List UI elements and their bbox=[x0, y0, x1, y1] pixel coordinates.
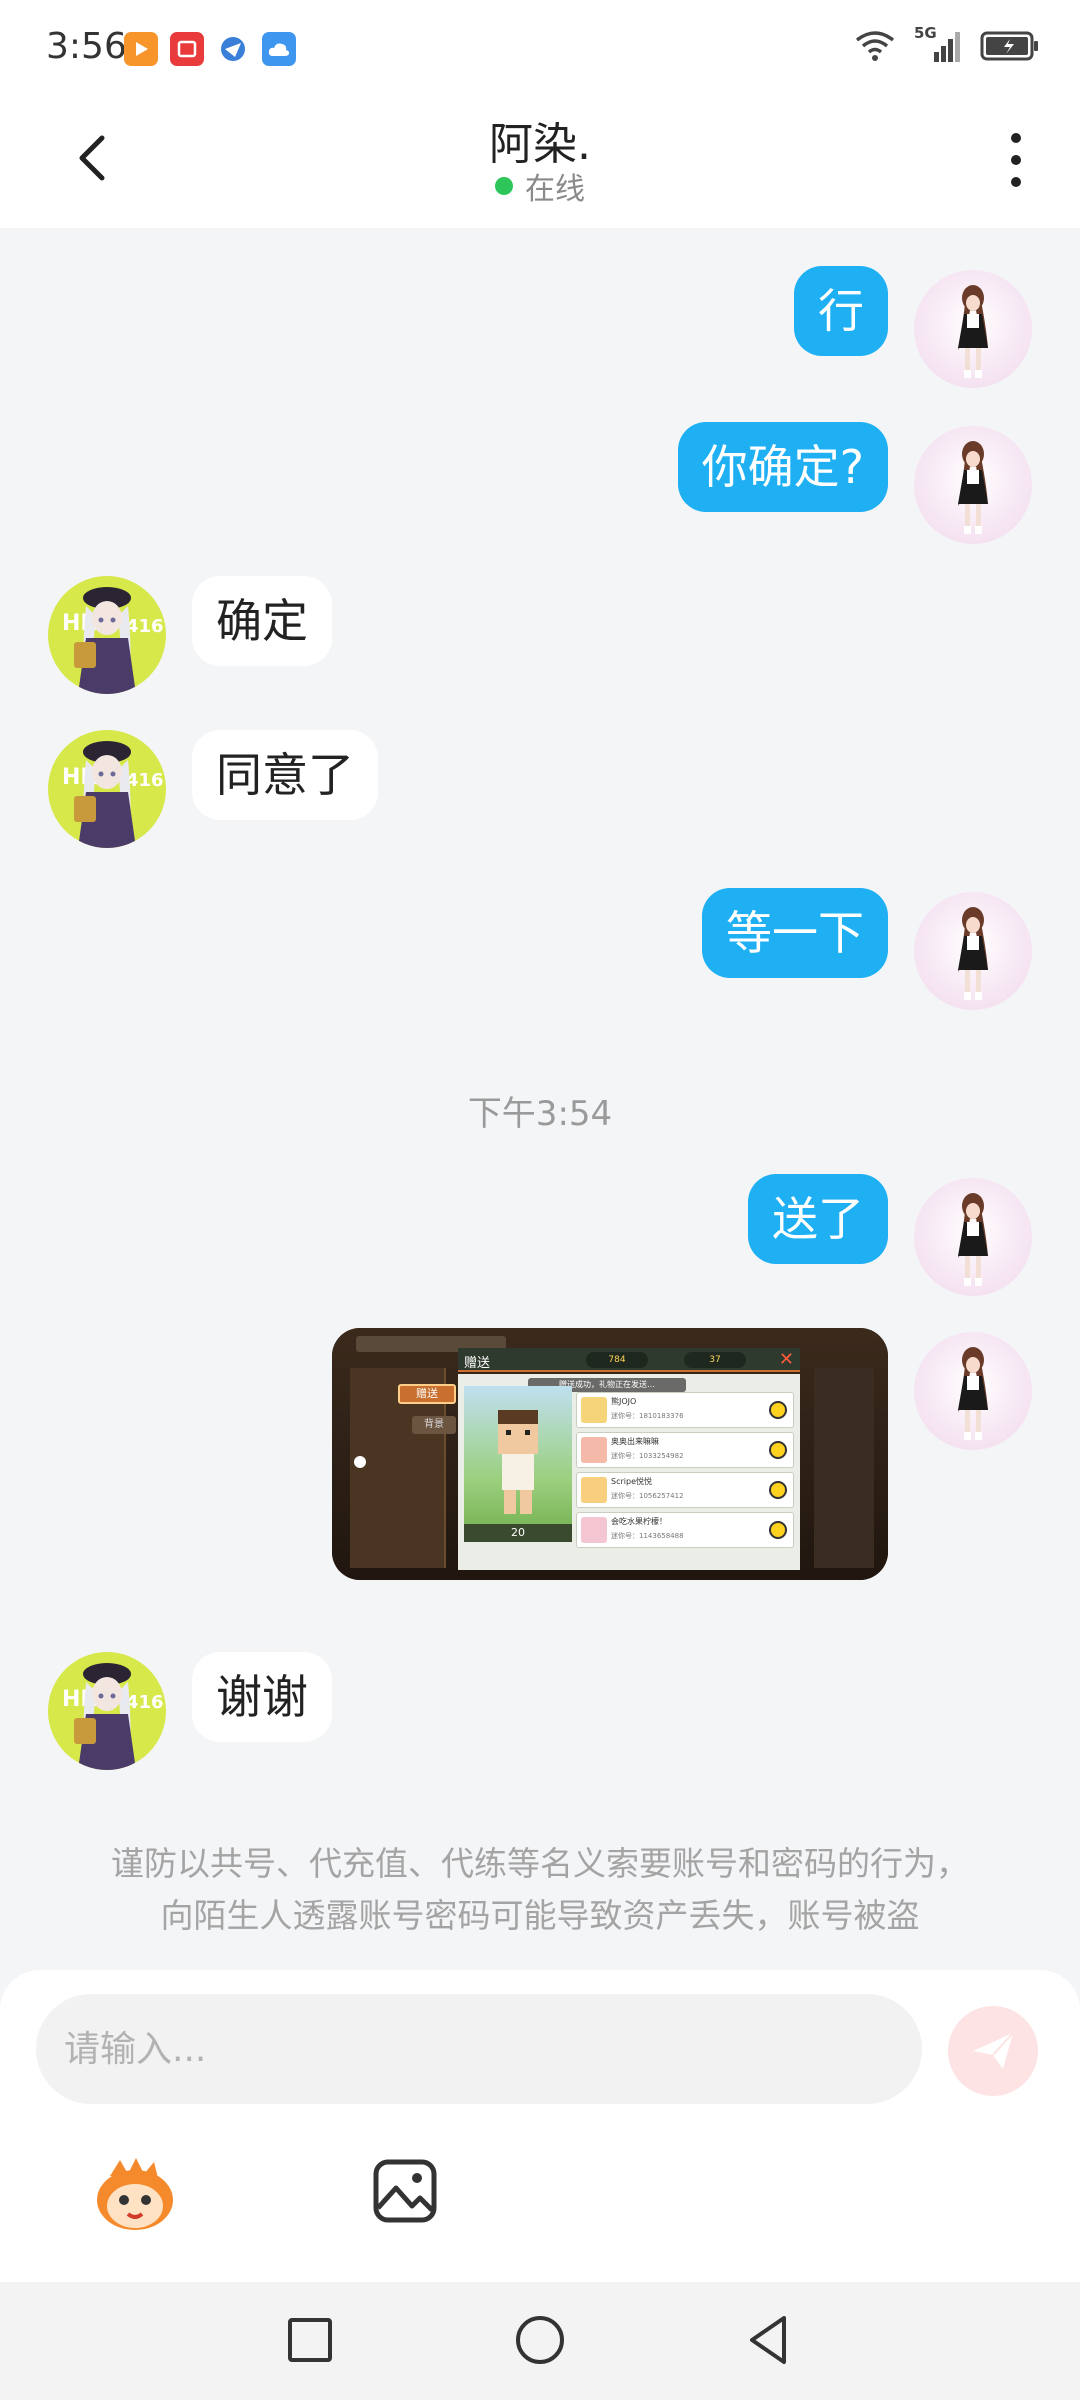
game-friend-item: 奥奥出来嘛嘛 迷你号：1033254982 bbox=[576, 1432, 794, 1468]
contact-avatar[interactable] bbox=[48, 730, 166, 848]
game-dialog-body: 赠送成功，礼物正在发送… 20 熊JOJO 迷你号：1810183376 奥奥出… bbox=[458, 1374, 800, 1570]
message-row-sent: 等一下 bbox=[0, 888, 1080, 1012]
chat-header: 阿染. 在线 bbox=[0, 96, 1080, 228]
my-avatar[interactable] bbox=[914, 892, 1032, 1010]
square-icon bbox=[288, 2318, 332, 2362]
app-blue-globe-icon bbox=[216, 32, 250, 66]
game-close-icon: ✕ bbox=[778, 1349, 794, 1370]
game-friend-name: 会吃水果柠檬！ bbox=[611, 1517, 667, 1526]
game-bean-counter: 37 bbox=[684, 1352, 746, 1368]
time-separator: 下午3:54 bbox=[467, 1094, 613, 1134]
my-avatar[interactable] bbox=[914, 426, 1032, 544]
cellular-signal-icon: 5G bbox=[914, 24, 962, 64]
input-panel bbox=[0, 1970, 1080, 2282]
game-friend-id: 迷你号：1033254982 bbox=[611, 1452, 684, 1460]
game-gift-icon bbox=[769, 1481, 787, 1499]
game-friend-avatar bbox=[581, 1437, 607, 1463]
message-list[interactable]: 行 你确定? 确定 同意了 等一下 下午3:54 送了 赠送 背景 赠送 784… bbox=[0, 228, 1080, 1968]
game-dialog-title: 赠送 bbox=[464, 1356, 491, 1371]
contact-avatar[interactable] bbox=[48, 1652, 166, 1770]
wifi-icon bbox=[855, 31, 895, 61]
status-indicators: 5G bbox=[854, 24, 1040, 64]
game-friend-name: 奥奥出来嘛嘛 bbox=[611, 1437, 659, 1446]
message-bubble-sent[interactable]: 送了 bbox=[748, 1174, 888, 1264]
game-friend-item: 会吃水果柠檬！ 迷你号：1143658488 bbox=[576, 1512, 794, 1548]
game-friend-avatar bbox=[581, 1517, 607, 1543]
app-red-icon bbox=[170, 32, 204, 66]
warning-line-2: 向陌生人透露账号密码可能导致资产丢失，账号被盗 bbox=[160, 1896, 920, 1935]
game-friend-id: 迷你号：1810183376 bbox=[611, 1412, 684, 1420]
image-message[interactable]: 赠送 背景 赠送 784 37 ✕ 赠送成功，礼物正在发送… 20 熊JOJO … bbox=[332, 1328, 888, 1580]
app-cloud-icon bbox=[262, 32, 296, 66]
game-friend-item: 熊JOJO 迷你号：1810183376 bbox=[576, 1392, 794, 1428]
circle-icon bbox=[516, 2316, 564, 2364]
paper-plane-icon bbox=[973, 2032, 1014, 2069]
send-button[interactable] bbox=[948, 2006, 1038, 2096]
message-row-sent-image: 赠送 背景 赠送 784 37 ✕ 赠送成功，礼物正在发送… 20 熊JOJO … bbox=[0, 1328, 1080, 1588]
message-row-sent: 你确定? bbox=[0, 422, 1080, 546]
more-vertical-icon bbox=[1011, 133, 1021, 187]
game-gift-icon bbox=[769, 1521, 787, 1539]
image-icon bbox=[373, 2159, 437, 2223]
message-bubble-received[interactable]: 同意了 bbox=[192, 730, 378, 820]
system-back-button[interactable] bbox=[740, 2310, 800, 2370]
security-warning: 谨防以共号、代充值、代练等名义索要账号和密码的行为， 向陌生人透露账号密码可能导… bbox=[0, 1838, 1080, 1942]
game-gift-icon bbox=[769, 1401, 787, 1419]
image-picker-button[interactable] bbox=[370, 2156, 440, 2226]
game-dialog-header: 赠送 784 37 ✕ bbox=[458, 1348, 800, 1372]
game-right-panel bbox=[814, 1368, 874, 1568]
my-avatar[interactable] bbox=[914, 270, 1032, 388]
warning-line-1: 谨防以共号、代充值、代练等名义索要账号和密码的行为， bbox=[111, 1844, 969, 1883]
message-bubble-sent[interactable]: 行 bbox=[794, 266, 888, 356]
message-row-received: 谢谢 bbox=[0, 1652, 1080, 1776]
message-row-received: 同意了 bbox=[0, 730, 1080, 854]
game-character-icon bbox=[498, 1410, 538, 1514]
status-bar: 3:56 5G bbox=[0, 0, 1080, 96]
status-time: 3:56 bbox=[46, 26, 127, 67]
message-bubble-received[interactable]: 确定 bbox=[192, 576, 332, 666]
image-indicator-dot bbox=[354, 1456, 366, 1468]
game-friend-list: 熊JOJO 迷你号：1810183376 奥奥出来嘛嘛 迷你号：10332549… bbox=[576, 1392, 794, 1550]
my-avatar[interactable] bbox=[914, 1332, 1032, 1450]
recent-apps-button[interactable] bbox=[280, 2310, 340, 2370]
message-row-sent: 行 bbox=[0, 266, 1080, 390]
message-input[interactable] bbox=[36, 1994, 922, 2104]
game-gift-count: 20 bbox=[464, 1524, 572, 1542]
message-bubble-sent[interactable]: 你确定? bbox=[677, 422, 888, 512]
message-row-received: 确定 bbox=[0, 576, 1080, 700]
emoji-button[interactable] bbox=[90, 2156, 180, 2236]
more-options-button[interactable] bbox=[1004, 130, 1028, 190]
game-friend-id: 迷你号：1143658488 bbox=[611, 1532, 684, 1540]
game-tab-list: 背景 bbox=[412, 1416, 456, 1434]
game-friend-avatar bbox=[581, 1477, 607, 1503]
message-row-sent: 送了 bbox=[0, 1174, 1080, 1298]
online-dot-icon bbox=[495, 177, 513, 195]
contact-avatar[interactable] bbox=[48, 576, 166, 694]
game-tab-gift: 赠送 bbox=[398, 1384, 456, 1404]
game-friend-name: Scripe悦悦 bbox=[611, 1477, 652, 1486]
game-friend-avatar bbox=[581, 1397, 607, 1423]
status-app-icons bbox=[124, 32, 296, 66]
online-status: 在线 bbox=[0, 164, 1080, 208]
game-friend-item: Scripe悦悦 迷你号：1056257412 bbox=[576, 1472, 794, 1508]
message-bubble-received[interactable]: 谢谢 bbox=[192, 1652, 332, 1742]
game-gift-icon bbox=[769, 1441, 787, 1459]
game-friend-name: 熊JOJO bbox=[611, 1397, 637, 1406]
triangle-back-icon bbox=[750, 2316, 786, 2364]
game-character-view: 20 bbox=[464, 1386, 572, 1542]
battery-icon bbox=[980, 31, 1038, 61]
home-button[interactable] bbox=[510, 2310, 570, 2370]
mascot-emoji-icon bbox=[97, 2158, 173, 2230]
contact-name: 阿染. bbox=[489, 119, 591, 170]
game-friend-id: 迷你号：1056257412 bbox=[611, 1492, 684, 1500]
system-navigation-bar bbox=[0, 2282, 1080, 2400]
message-bubble-sent[interactable]: 等一下 bbox=[702, 888, 888, 978]
app-orange-icon bbox=[124, 32, 158, 66]
my-avatar[interactable] bbox=[914, 1178, 1032, 1296]
online-status-text: 在线 bbox=[525, 172, 585, 207]
game-coin-counter: 784 bbox=[586, 1352, 648, 1368]
